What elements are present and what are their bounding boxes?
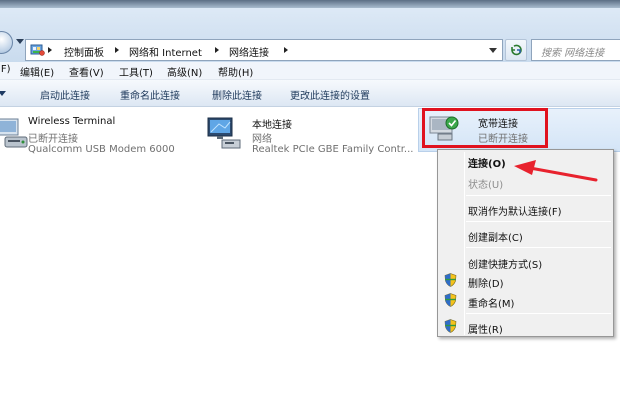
menu-gutter (464, 152, 465, 335)
connection-device: Qualcomm USB Modem 6000 (28, 144, 175, 155)
address-toolbar: 控制面板 网络和 Internet 网络连接 搜索 网络连接 (0, 8, 620, 62)
address-bar[interactable]: 控制面板 网络和 Internet 网络连接 (25, 39, 503, 61)
breadcrumb-control-panel[interactable]: 控制面板 (64, 44, 104, 59)
highlight-annotation-box (422, 108, 548, 148)
uac-shield-icon (444, 293, 457, 307)
connection-status: 网络 (252, 134, 272, 145)
start-connection-button[interactable]: 启动此连接 (40, 87, 90, 102)
delete-connection-button[interactable]: 删除此连接 (212, 87, 262, 102)
ethernet-connection-icon (207, 117, 241, 149)
menu-separator (466, 247, 611, 248)
menu-file[interactable]: (F) (0, 64, 11, 75)
menu-item-rename[interactable]: 重命名(M) (468, 295, 514, 310)
explorer-window: 控制面板 网络和 Internet 网络连接 搜索 网络连接 (F) 编辑(E)… (0, 0, 620, 407)
change-connection-settings-button[interactable]: 更改此连接的设置 (290, 87, 370, 102)
menu-separator (466, 195, 611, 196)
rename-connection-button[interactable]: 重命名此连接 (120, 87, 180, 102)
menu-bar: (F) 编辑(E) 查看(V) 工具(T) 高级(N) 帮助(H) (0, 62, 620, 80)
menu-item-status[interactable]: 状态(U) (468, 176, 503, 191)
menu-separator (466, 313, 611, 314)
command-bar: 启动此连接 重命名此连接 删除此连接 更改此连接的设置 (0, 80, 620, 107)
breadcrumb-arrow-icon[interactable] (48, 47, 52, 53)
refresh-button[interactable] (505, 39, 527, 61)
search-input[interactable]: 搜索 网络连接 (531, 39, 620, 61)
recent-pages-dropdown-icon[interactable] (16, 39, 24, 44)
breadcrumb-arrow-icon[interactable] (215, 47, 219, 53)
breadcrumb-arrow-icon[interactable] (115, 47, 119, 53)
menu-advanced[interactable]: 高级(N) (167, 64, 202, 79)
menu-item-connect[interactable]: 连接(O) (468, 155, 506, 170)
breadcrumb-arrow-icon[interactable] (284, 47, 288, 53)
refresh-icon (511, 44, 522, 56)
menu-item-delete[interactable]: 删除(D) (468, 275, 504, 290)
menu-edit[interactable]: 编辑(E) (20, 64, 54, 79)
menu-item-create-copy[interactable]: 创建副本(C) (468, 229, 523, 244)
breadcrumb-network-internet[interactable]: 网络和 Internet (129, 44, 202, 59)
menu-view[interactable]: 查看(V) (69, 64, 104, 79)
address-history-dropdown-icon[interactable] (489, 48, 497, 53)
connection-status: 已断开连接 (28, 134, 78, 145)
menu-item-properties[interactable]: 属性(R) (468, 321, 503, 336)
menu-help[interactable]: 帮助(H) (218, 64, 253, 79)
organize-dropdown-icon[interactable] (0, 91, 6, 96)
search-placeholder: 搜索 网络连接 (541, 48, 605, 59)
connection-item-wireless-terminal[interactable]: Wireless Terminal 已断开连接 Qualcomm USB Mod… (0, 115, 194, 165)
connection-item-local[interactable]: 本地连接 网络 Realtek PCIe GBE Family Contr... (205, 115, 420, 165)
connection-name: Wireless Terminal (28, 116, 116, 127)
uac-shield-icon (444, 319, 457, 333)
red-arrow-annotation (514, 160, 598, 182)
uac-shield-icon (444, 273, 457, 287)
window-top-edge (0, 0, 620, 8)
menu-item-cancel-default[interactable]: 取消作为默认连接(F) (468, 203, 562, 218)
connection-device: Realtek PCIe GBE Family Contr... (252, 144, 414, 155)
breadcrumb-network-connections[interactable]: 网络连接 (229, 44, 269, 59)
menu-separator (466, 221, 611, 222)
connection-name: 本地连接 (252, 120, 292, 131)
control-panel-icon (30, 44, 45, 56)
back-button[interactable] (0, 31, 13, 54)
menu-item-create-shortcut[interactable]: 创建快捷方式(S) (468, 256, 542, 271)
menu-tools[interactable]: 工具(T) (119, 64, 153, 79)
